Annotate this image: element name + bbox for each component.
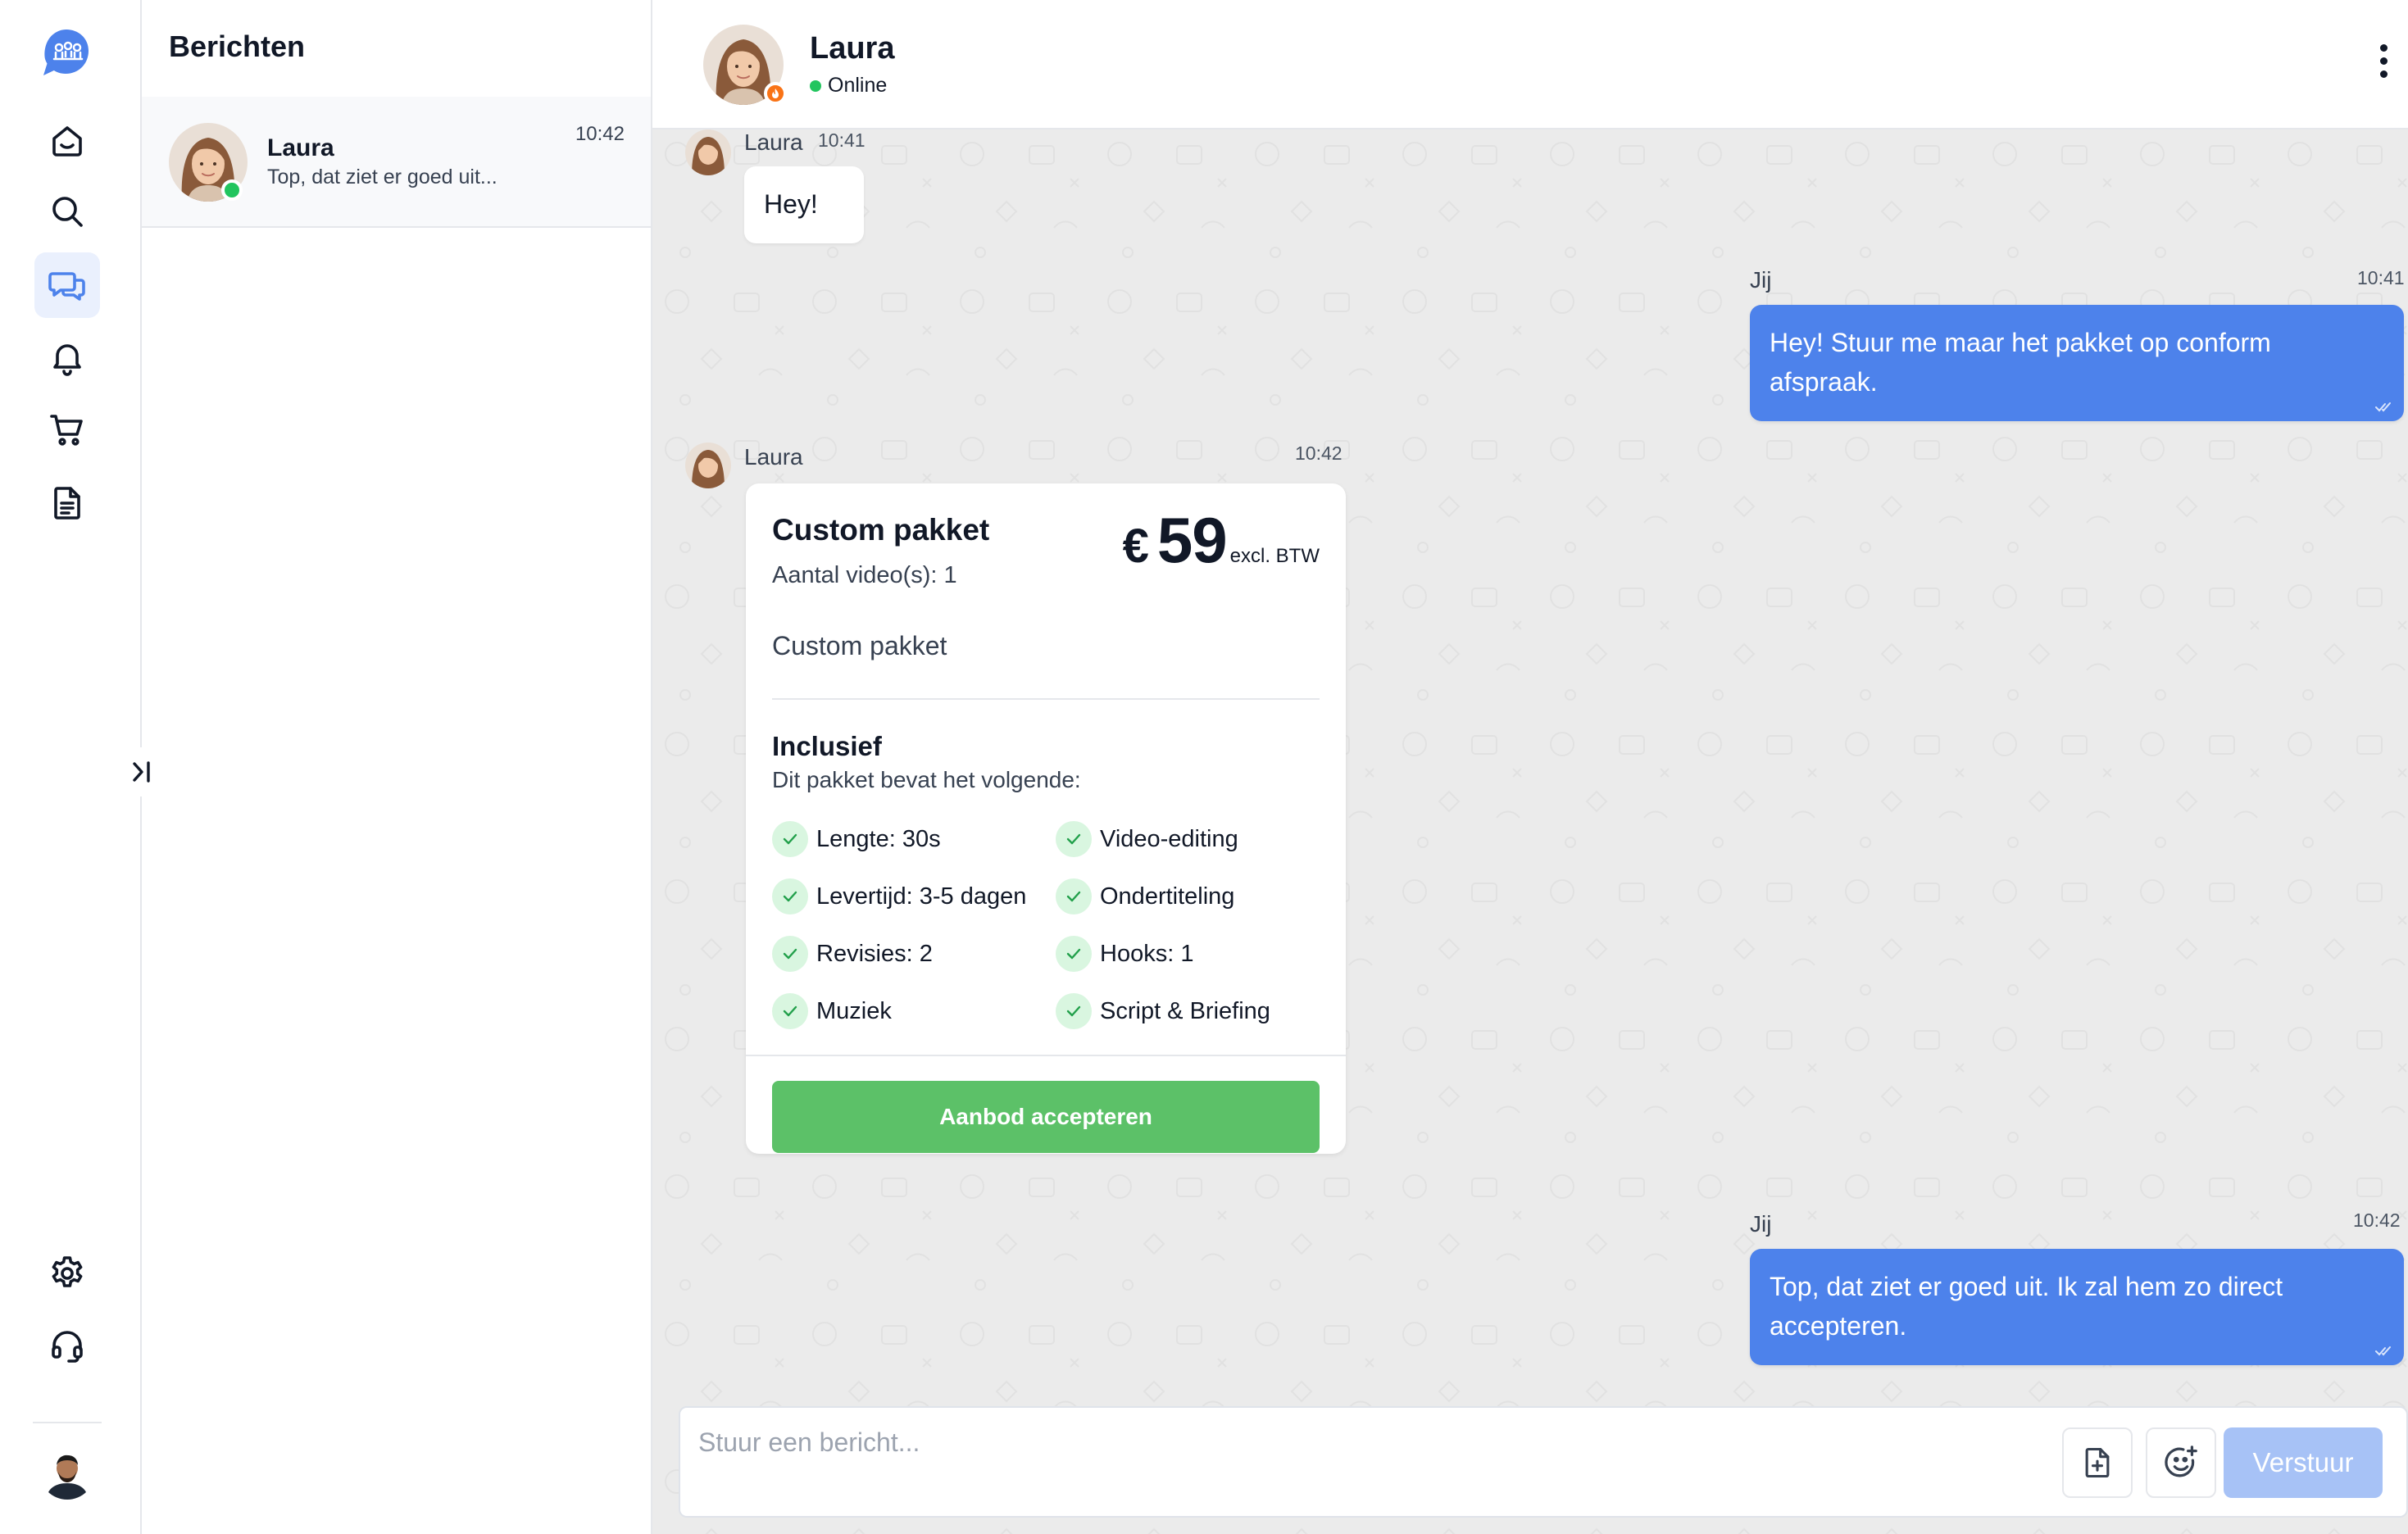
feature-item: Hooks: 1 [1056,936,1193,972]
offer-tax-note: excl. BTW [1229,545,1320,567]
icon-sidebar [0,0,142,1534]
cart-icon [50,415,83,446]
collapse-icon [133,761,150,783]
feature-label: Muziek [816,997,892,1024]
double-check-icon [2375,402,2391,412]
message-bubble-outgoing: Top, dat ziet er goed uit. Ik zal hem zo… [1750,1249,2404,1365]
conversations-title: Berichten [169,30,306,63]
feature-label: Ondertiteling [1100,883,1235,910]
accept-offer-button[interactable]: Aanbod accepteren [772,1081,1320,1153]
gear-icon [52,1256,83,1287]
check-icon [772,878,808,914]
app-logo[interactable] [41,26,92,77]
search-icon [52,197,83,227]
message-time: 10:42 [2353,1210,2401,1231]
message-composer: Verstuur [679,1406,2408,1518]
nav-search[interactable] [34,179,100,244]
online-indicator [221,179,243,201]
message-text: Top, dat ziet er goed uit. Ik zal hem zo… [1770,1272,2283,1341]
message-bubble-incoming: Hey! [744,166,864,243]
divider [746,1055,1346,1056]
message-time: 10:42 [1295,442,1343,464]
flame-badge-icon [764,82,787,105]
feature-label: Hooks: 1 [1100,940,1194,967]
feature-item: Levertijd: 3-5 dagen [772,878,1026,914]
included-subtitle: Dit pakket bevat het volgende: [772,767,1081,792]
contact-status: Online [810,74,887,98]
feature-item: Script & Briefing [1056,993,1270,1029]
feature-label: Script & Briefing [1100,997,1270,1024]
message-avatar [685,129,731,175]
message-time: 10:41 [2357,267,2405,288]
status-label: Online [828,74,888,97]
message-sender: Jij [1750,1211,1772,1237]
nav-support[interactable] [34,1313,100,1378]
offer-title: Custom pakket [772,513,990,547]
feature-item: Revisies: 2 [772,936,933,972]
collapse-sidebar-button[interactable] [123,747,161,796]
feature-label: Revisies: 2 [816,940,933,967]
check-icon [1056,821,1092,857]
more-options-icon[interactable] [2367,36,2400,85]
user-avatar[interactable] [39,1444,95,1500]
message-time: 10:41 [818,129,866,151]
feature-item: Ondertiteling [1056,878,1234,914]
rail-divider [33,1422,102,1423]
feature-item: Video-editing [1056,821,1238,857]
divider [772,698,1320,700]
message-bubble-outgoing: Hey! Stuur me maar het pakket op conform… [1750,305,2404,421]
check-icon [772,821,808,857]
conversation-list: Berichten Laura Top, dat ziet er goed ui… [142,0,652,1534]
feature-item: Muziek [772,993,892,1029]
check-icon [772,936,808,972]
message-sender: Laura [744,444,803,470]
file-plus-icon [2085,1447,2110,1478]
nav-cart[interactable] [34,397,100,462]
message-text: Hey! Stuur me maar het pakket op conform… [1770,328,2271,397]
online-dot [810,79,821,92]
offer-card: Custom pakket Aantal video(s): 1 € 59 ex… [746,483,1346,1154]
conversation-name: Laura [267,134,334,161]
nav-notifications[interactable] [34,324,100,390]
included-title: Inclusief [772,731,882,761]
feature-label: Video-editing [1100,825,1238,852]
feature-label: Lengte: 30s [816,825,941,852]
conversation-time: 10:42 [575,123,625,145]
feature-label: Levertijd: 3-5 dagen [816,883,1027,910]
chat-messages: Laura 10:41 Hey! Jij 10:41 Hey! Stuur me… [652,129,2408,1534]
message-avatar [685,442,731,488]
feature-item: Lengte: 30s [772,821,941,857]
double-check-icon [2375,1346,2391,1356]
nav-documents[interactable] [34,470,100,536]
nav-settings[interactable] [34,1241,100,1306]
chat-bubbles-icon [48,272,85,301]
nav-messages[interactable] [34,252,100,318]
conversation-item[interactable]: Laura Top, dat ziet er goed uit... 10:42 [142,97,651,228]
offer-description: Custom pakket [772,631,947,660]
message-sender: Laura [744,129,803,155]
chat-header: Laura Online [652,0,2408,129]
offer-amount: 59 [1156,504,1228,576]
offer-price: € 59 excl. BTW [1123,503,1320,578]
document-icon [54,487,80,520]
check-icon [772,993,808,1029]
offer-currency: € [1122,520,1149,573]
home-icon [52,126,82,157]
emoji-button[interactable] [2146,1427,2216,1498]
bell-icon [53,344,81,376]
emoji-plus-icon [2165,1446,2197,1477]
check-icon [1056,936,1092,972]
check-icon [1056,878,1092,914]
send-button[interactable]: Verstuur [2224,1427,2383,1498]
message-input[interactable] [698,1424,2051,1460]
headset-icon [52,1331,83,1363]
offer-video-count: Aantal video(s): 1 [772,562,957,588]
message-sender: Jij [1750,267,1772,293]
conversation-preview: Top, dat ziet er goed uit... [267,166,498,188]
check-icon [1056,993,1092,1029]
attach-file-button[interactable] [2062,1427,2133,1498]
contact-name: Laura [810,31,895,66]
nav-home[interactable] [34,108,100,174]
